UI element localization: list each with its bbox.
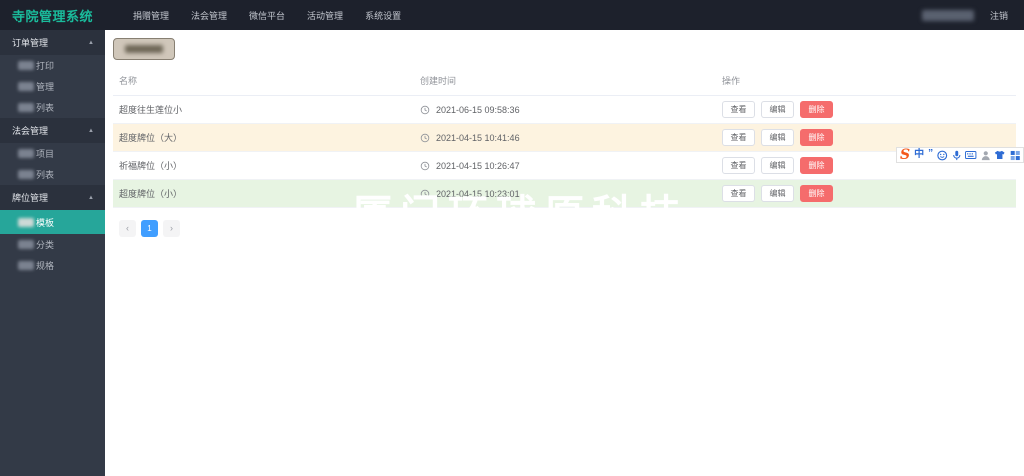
censored-text bbox=[18, 170, 34, 179]
sogou-logo-icon[interactable]: S bbox=[900, 148, 910, 162]
punctuation-icon[interactable]: ” bbox=[928, 149, 933, 160]
clock-icon bbox=[420, 161, 430, 170]
sidebar-item-spec[interactable]: 规格 bbox=[0, 255, 105, 276]
toolbox-icon[interactable] bbox=[1010, 150, 1020, 161]
table-row: 超度往生莲位小 2021-06-15 09:58:36 查看 编辑 删除 bbox=[113, 96, 1016, 124]
sidebar-item-template-active[interactable]: 模板 bbox=[0, 210, 105, 234]
delete-button[interactable]: 删除 bbox=[800, 157, 833, 174]
account-icon[interactable] bbox=[981, 150, 991, 161]
row-name: 祈福牌位（小） bbox=[119, 161, 183, 171]
table-header-row: 名称 创建时间 操作 bbox=[113, 66, 1016, 96]
microphone-icon[interactable] bbox=[952, 150, 962, 161]
sidebar-item-dharma-list[interactable]: 列表 bbox=[0, 164, 105, 185]
username-censored[interactable] bbox=[921, 9, 974, 21]
sidebar-item-manage[interactable]: 管理 bbox=[0, 76, 105, 97]
clock-icon bbox=[420, 189, 430, 198]
ime-toolbar: S 中 ” bbox=[896, 147, 1024, 163]
app-logo: 寺院管理系统 bbox=[12, 8, 94, 24]
nav-donation[interactable]: 捐赠管理 bbox=[133, 9, 169, 22]
header-actions: 操作 bbox=[722, 76, 741, 86]
delete-button[interactable]: 删除 bbox=[800, 129, 833, 146]
edit-button[interactable]: 编辑 bbox=[761, 129, 794, 146]
sidebar-section-tablet[interactable]: 牌位管理 ▲ bbox=[0, 185, 105, 210]
view-button[interactable]: 查看 bbox=[722, 157, 755, 174]
nav-dharma[interactable]: 法会管理 bbox=[191, 9, 227, 22]
censored-text bbox=[18, 61, 34, 70]
chevron-up-icon: ▲ bbox=[88, 39, 94, 46]
add-button-censored[interactable] bbox=[113, 38, 175, 60]
skin-icon[interactable] bbox=[994, 150, 1005, 160]
row-name: 超度往生莲位小 bbox=[119, 105, 183, 115]
keyboard-icon[interactable] bbox=[965, 150, 977, 160]
row-created: 2021-04-15 10:41:46 bbox=[420, 133, 722, 143]
chevron-up-icon: ▲ bbox=[88, 194, 94, 201]
sidebar: 订单管理 ▲ 打印 管理 列表 法会管理 ▲ 项目 列表 牌位管理 ▲ 模板 分… bbox=[0, 30, 105, 476]
censored-text bbox=[18, 149, 34, 158]
table-row: 超度牌位（大） 2021-04-15 10:41:46 查看 编辑 删除 bbox=[113, 124, 1016, 152]
edit-button[interactable]: 编辑 bbox=[761, 157, 794, 174]
pagination-prev[interactable]: ‹ bbox=[119, 220, 136, 237]
logout-button[interactable]: 注销 bbox=[990, 9, 1008, 22]
chevron-up-icon: ▲ bbox=[88, 127, 94, 134]
main-content: 名称 创建时间 操作 超度往生莲位小 2021-06-15 09:58:36 查… bbox=[105, 30, 1024, 476]
header-name: 名称 bbox=[119, 76, 138, 86]
pagination-page-1[interactable]: 1 bbox=[141, 220, 158, 237]
edit-button[interactable]: 编辑 bbox=[761, 185, 794, 202]
row-created: 2021-06-15 09:58:36 bbox=[420, 105, 722, 115]
chinese-mode-icon[interactable]: 中 bbox=[914, 148, 924, 162]
top-bar: 寺院管理系统 捐赠管理 法会管理 微信平台 活动管理 系统设置 注销 bbox=[0, 0, 1024, 30]
nav-wechat[interactable]: 微信平台 bbox=[249, 9, 285, 22]
censored-text bbox=[18, 240, 34, 249]
clock-icon bbox=[420, 105, 430, 114]
emoji-icon[interactable] bbox=[937, 150, 948, 161]
row-name: 超度牌位（大） bbox=[119, 133, 183, 143]
view-button[interactable]: 查看 bbox=[722, 129, 755, 146]
data-table: 名称 创建时间 操作 超度往生莲位小 2021-06-15 09:58:36 查… bbox=[113, 66, 1016, 208]
table-row: 祈福牌位（小） 2021-04-15 10:26:47 查看 编辑 删除 bbox=[113, 152, 1016, 180]
censored-text bbox=[18, 103, 34, 112]
censored-text bbox=[18, 217, 34, 227]
pagination: ‹ 1 › bbox=[119, 220, 180, 237]
top-nav: 捐赠管理 法会管理 微信平台 活动管理 系统设置 bbox=[133, 9, 401, 22]
topbar-right: 注销 bbox=[921, 9, 1024, 22]
row-name: 超度牌位（小） bbox=[119, 189, 183, 199]
row-actions: 查看 编辑 删除 bbox=[722, 129, 1016, 146]
view-button[interactable]: 查看 bbox=[722, 185, 755, 202]
header-created: 创建时间 bbox=[420, 76, 457, 86]
censored-text bbox=[18, 82, 34, 91]
sidebar-item-list[interactable]: 列表 bbox=[0, 97, 105, 118]
sidebar-section-orders[interactable]: 订单管理 ▲ bbox=[0, 30, 105, 55]
sidebar-item-project[interactable]: 项目 bbox=[0, 143, 105, 164]
nav-activity[interactable]: 活动管理 bbox=[307, 9, 343, 22]
sidebar-item-print[interactable]: 打印 bbox=[0, 55, 105, 76]
edit-button[interactable]: 编辑 bbox=[761, 101, 794, 118]
delete-button[interactable]: 删除 bbox=[800, 101, 833, 118]
clock-icon bbox=[420, 133, 430, 142]
sidebar-section-dharma[interactable]: 法会管理 ▲ bbox=[0, 118, 105, 143]
row-actions: 查看 编辑 删除 bbox=[722, 101, 1016, 118]
censored-text bbox=[18, 261, 34, 270]
delete-button[interactable]: 删除 bbox=[800, 185, 833, 202]
table-row: 超度牌位（小） 2021-04-15 10:23:01 查看 编辑 删除 bbox=[113, 180, 1016, 208]
sidebar-item-category[interactable]: 分类 bbox=[0, 234, 105, 255]
row-created: 2021-04-15 10:26:47 bbox=[420, 161, 722, 171]
view-button[interactable]: 查看 bbox=[722, 101, 755, 118]
censored-text bbox=[125, 45, 163, 53]
pagination-next[interactable]: › bbox=[163, 220, 180, 237]
row-created: 2021-04-15 10:23:01 bbox=[420, 189, 722, 199]
row-actions: 查看 编辑 删除 bbox=[722, 185, 1016, 202]
nav-settings[interactable]: 系统设置 bbox=[365, 9, 401, 22]
